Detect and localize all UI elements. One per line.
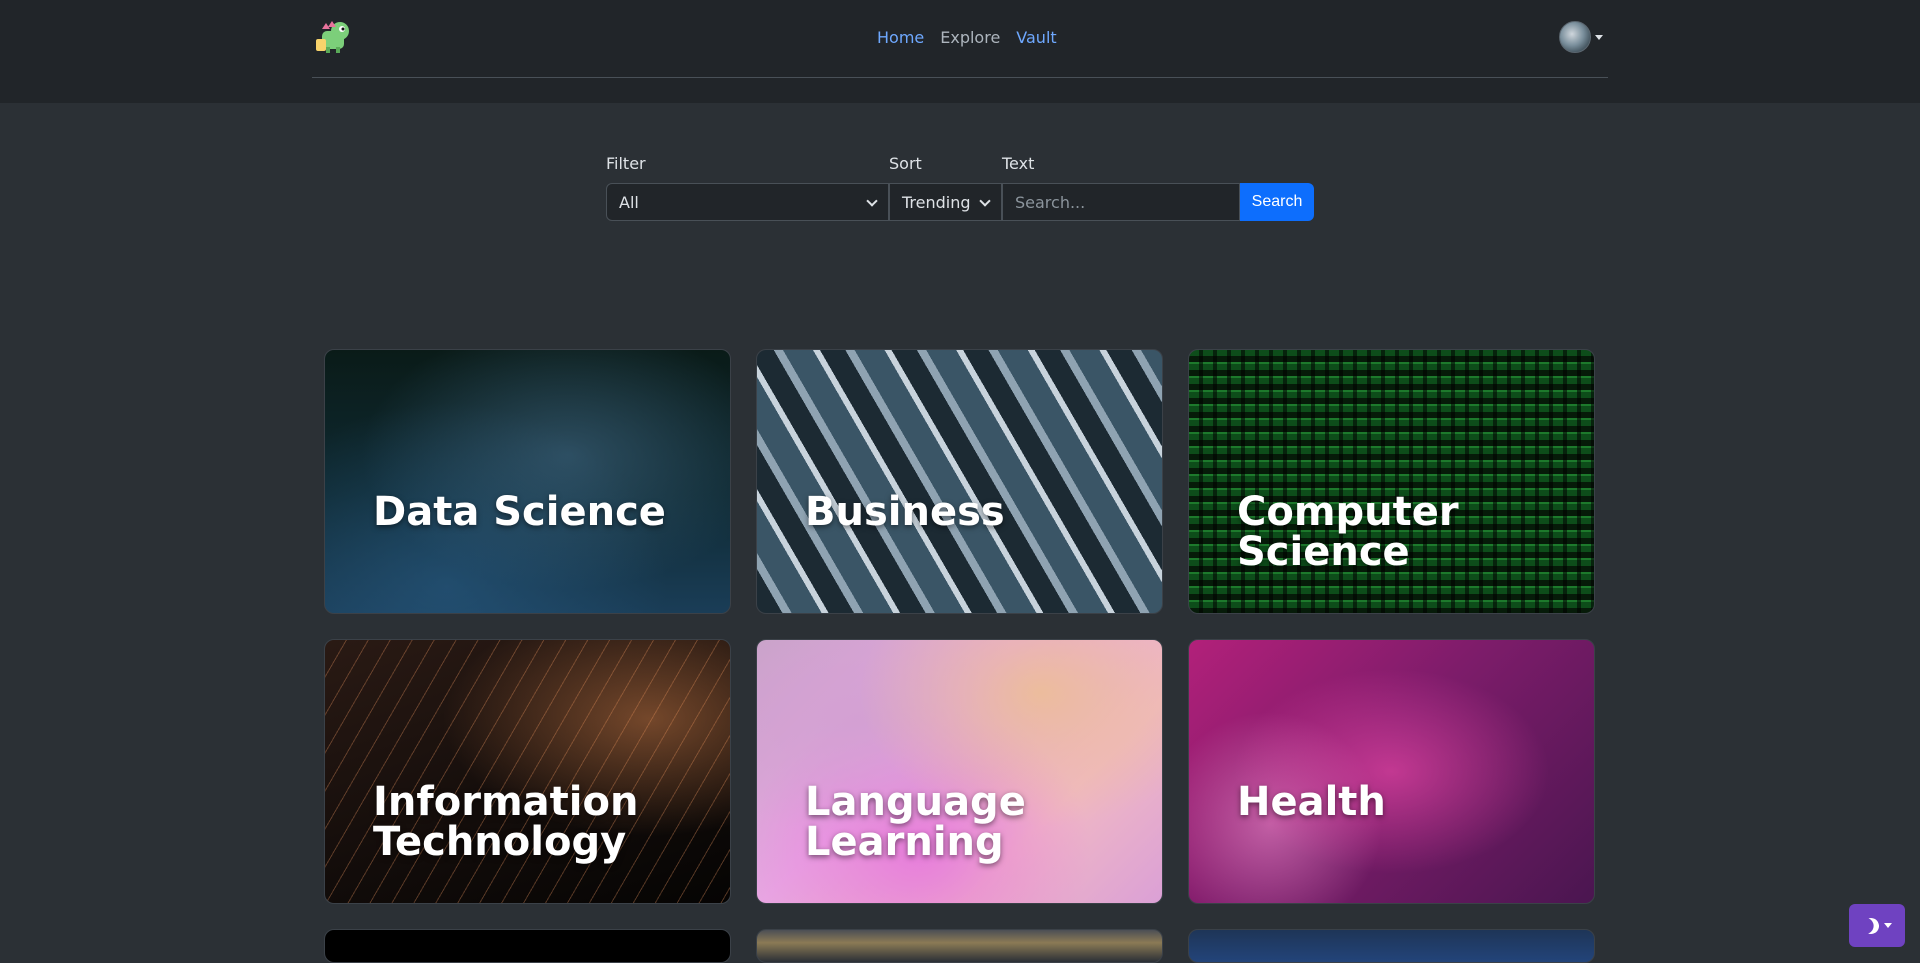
category-card-computer-science[interactable]: Computer Science: [1188, 349, 1595, 614]
chevron-down-icon: [979, 195, 991, 207]
category-card-partial[interactable]: [1188, 929, 1595, 963]
category-card-partial[interactable]: [756, 929, 1163, 963]
category-title: Business: [805, 489, 1005, 535]
sort-select[interactable]: Trending: [889, 183, 1002, 221]
main-nav: Home Explore Vault: [877, 28, 1057, 47]
theme-toggle-button[interactable]: [1849, 904, 1905, 947]
category-card-language-learning[interactable]: Language Learning: [756, 639, 1163, 904]
category-title: Health: [1237, 779, 1386, 825]
filter-select-value: All: [619, 192, 639, 212]
category-card-information-technology[interactable]: Information Technology: [324, 639, 731, 904]
caret-down-icon: [1883, 923, 1892, 928]
category-title: Data Science: [373, 489, 666, 535]
search-button[interactable]: Search: [1240, 183, 1314, 221]
dragon-logo-icon[interactable]: [312, 17, 354, 59]
search-input-placeholder: Search...: [1015, 192, 1086, 212]
nav-home-link[interactable]: Home: [877, 28, 924, 47]
sort-label: Sort: [889, 154, 922, 173]
category-card-health[interactable]: Health: [1188, 639, 1595, 904]
moon-icon: [1860, 915, 1881, 936]
category-title: Language Learning: [805, 779, 1026, 865]
avatar[interactable]: [1559, 21, 1591, 53]
sort-select-value: Trending: [902, 192, 971, 212]
category-card-partial[interactable]: [324, 929, 731, 963]
navbar-inner: Home Explore Vault: [312, 0, 1608, 78]
filter-label: Filter: [606, 154, 646, 173]
filter-select[interactable]: All: [606, 183, 889, 221]
caret-down-icon: [1595, 34, 1603, 40]
search-input[interactable]: Search...: [1002, 183, 1240, 221]
category-card-data-science[interactable]: Data Science: [324, 349, 731, 614]
nav-vault-link[interactable]: Vault: [1016, 28, 1056, 47]
user-menu-toggle[interactable]: [1559, 21, 1603, 53]
nav-explore-link[interactable]: Explore: [940, 28, 1000, 47]
navbar: Home Explore Vault: [0, 0, 1920, 103]
category-title: Information Technology: [373, 779, 639, 865]
category-card-business[interactable]: Business: [756, 349, 1163, 614]
text-label: Text: [1002, 154, 1035, 173]
category-title: Computer Science: [1237, 489, 1459, 575]
chevron-down-icon: [866, 195, 878, 207]
